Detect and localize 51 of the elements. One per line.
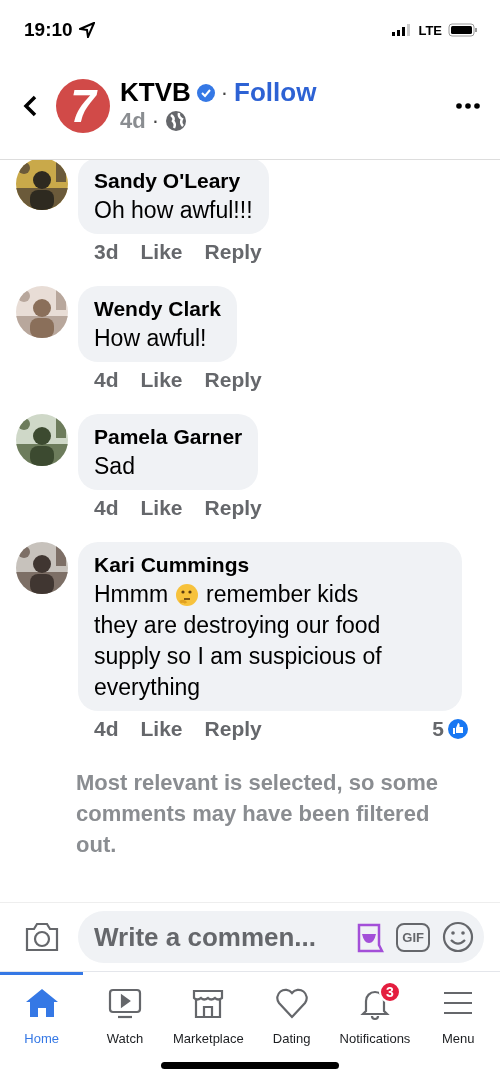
signal-icon	[392, 24, 413, 36]
back-icon[interactable]	[22, 93, 38, 118]
comment-text: Oh how awful!!!	[94, 196, 253, 225]
globe-icon	[165, 110, 187, 132]
like-link[interactable]: Like	[140, 496, 183, 520]
follow-link[interactable]: Follow	[234, 77, 317, 108]
tab-bar-item[interactable]: Marketplace	[166, 972, 250, 1062]
clock-time: 19:10	[24, 19, 73, 41]
tab-bar-item[interactable]: Watch	[83, 972, 167, 1062]
tab-bar-item[interactable]: Home	[0, 972, 84, 1062]
post-time: 4d	[120, 108, 146, 134]
comment-time: 3d	[94, 240, 119, 264]
tab-bar-item[interactable]: Dating	[250, 972, 334, 1062]
notification-badge: 3	[378, 981, 401, 1003]
filter-notice: Most relevant is selected, so some comments may have been filtered out.	[75, 769, 439, 859]
comment-author[interactable]: Pamela Garner	[94, 422, 243, 451]
reply-link[interactable]: Reply	[204, 240, 262, 264]
comment-time: 4d	[94, 496, 119, 520]
tab-bar-item[interactable]: Menu	[416, 972, 500, 1062]
comment-time: 4d	[94, 368, 119, 392]
network-label: LTE	[418, 22, 442, 38]
page-name: KTVB	[120, 77, 191, 108]
reply-link[interactable]: Reply	[204, 496, 262, 520]
camera-icon[interactable]	[24, 921, 60, 953]
page-logo: 7	[56, 78, 110, 133]
smiley-icon[interactable]	[442, 921, 474, 953]
comment-author[interactable]: Kari Cummings	[94, 550, 446, 579]
comment-author[interactable]: Sandy O'Leary	[94, 166, 253, 195]
comment-text: Hmmm	[94, 580, 169, 609]
like-link[interactable]: Like	[140, 240, 183, 264]
separator-dot: ·	[220, 79, 229, 106]
comment-text: Sad	[94, 452, 136, 481]
thumbs-up-icon	[448, 719, 468, 739]
comment-text: they are destroying our food supply so I am suspicious of everything	[94, 611, 383, 702]
comment-text: How awful!	[94, 324, 208, 353]
more-options-icon[interactable]	[456, 102, 480, 109]
tab-bar-item[interactable]: Notifications 3	[333, 972, 417, 1062]
comment-input-field[interactable]: Write a commen... GIF	[78, 911, 484, 963]
comment-author[interactable]: Wendy Clark	[94, 294, 221, 323]
reaction-count: 5	[432, 717, 444, 741]
comment-time: 4d	[94, 717, 119, 741]
gif-button[interactable]: GIF	[396, 922, 430, 952]
battery-icon	[448, 23, 478, 37]
comment-text: remember kids	[206, 580, 359, 609]
separator-dot: ·	[151, 108, 159, 134]
like-link[interactable]: Like	[140, 368, 183, 392]
location-arrow-icon	[78, 22, 95, 38]
thinking-face-icon	[175, 582, 200, 607]
like-link[interactable]: Like	[140, 717, 183, 741]
reply-link[interactable]: Reply	[204, 368, 262, 392]
reply-link[interactable]: Reply	[204, 717, 262, 741]
